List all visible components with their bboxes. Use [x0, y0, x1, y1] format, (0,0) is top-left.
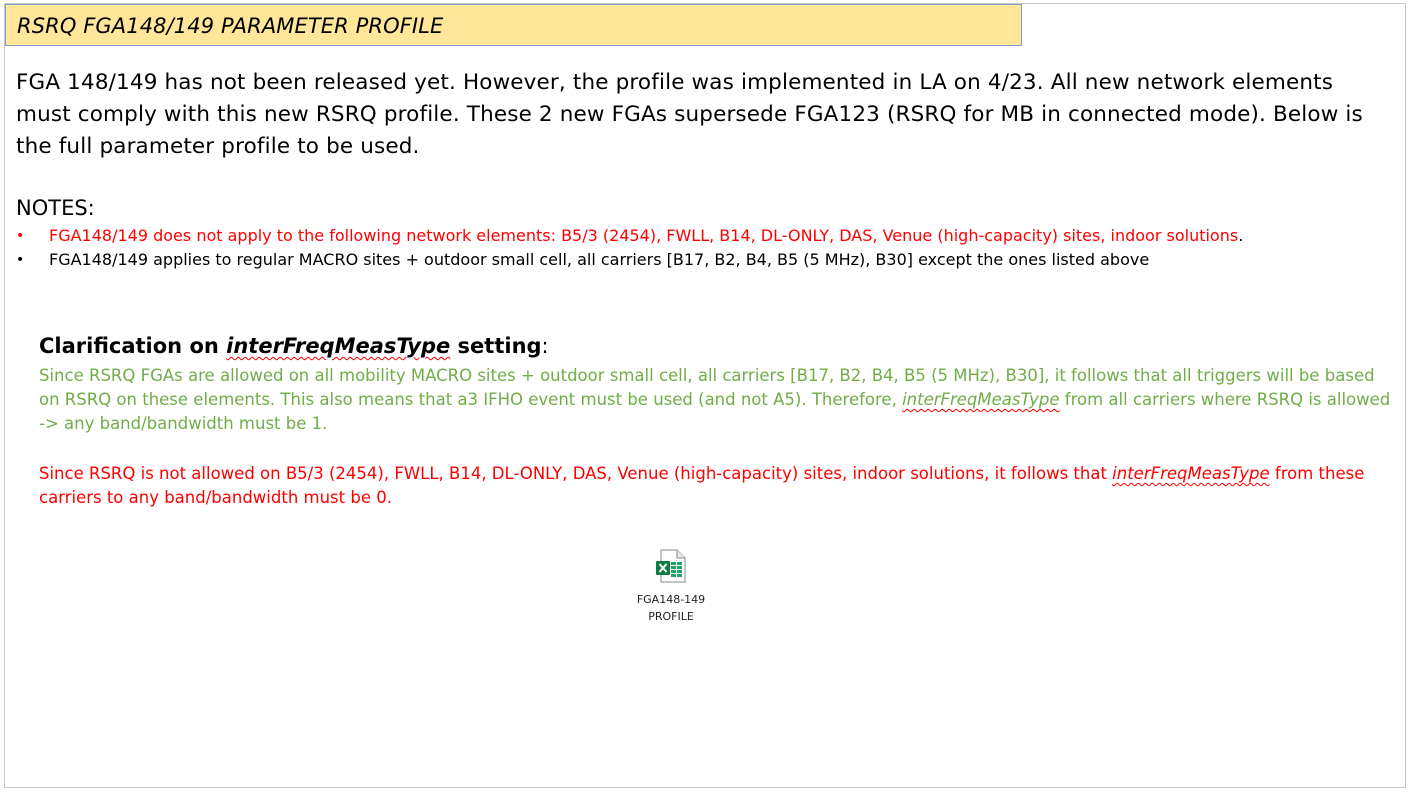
clarification-heading: Clarification on interFreqMeasType setti…: [39, 331, 549, 361]
clarification-heading-colon: :: [541, 334, 549, 358]
note-text-exclusions: FGA148/149 does not apply to the followi…: [49, 226, 1239, 245]
notes-list: • FGA148/149 does not apply to the follow…: [16, 224, 1396, 272]
title-banner: RSRQ FGA148/149 PARAMETER PROFILE: [5, 4, 1022, 46]
note-trailing-period: .: [1238, 226, 1244, 245]
rsrq-allowed-term: interFreqMeasType: [902, 390, 1060, 409]
bullet-icon: •: [16, 252, 25, 268]
intro-paragraph: FGA 148/149 has not been released yet. H…: [16, 70, 1363, 159]
note-text-applies: FGA148/149 applies to regular MACRO site…: [49, 250, 1150, 269]
notes-heading: NOTES:: [16, 196, 95, 220]
list-item: • FGA148/149 does not apply to the follow…: [16, 224, 1396, 248]
clarification-heading-prefix: Clarification on: [39, 334, 227, 358]
page-title: RSRQ FGA148/149 PARAMETER PROFILE: [17, 14, 444, 38]
rsrq-not-allowed-text-1: Since RSRQ is not allowed on B5/3 (2454)…: [39, 464, 1113, 483]
rsrq-not-allowed-paragraph: Since RSRQ is not allowed on B5/3 (2454)…: [39, 462, 1369, 510]
embedded-excel-object[interactable]: FGA148-149 PROFILE: [615, 549, 727, 625]
embedded-file-caption[interactable]: FGA148-149 PROFILE: [615, 591, 727, 625]
excel-file-icon[interactable]: [655, 549, 687, 583]
rsrq-not-allowed-term: interFreqMeasType: [1112, 464, 1270, 483]
rsrq-allowed-paragraph: Since RSRQ FGAs are allowed on all mobil…: [39, 364, 1399, 436]
slide-page: RSRQ FGA148/149 PARAMETER PROFILE FGA 14…: [4, 3, 1406, 788]
embedded-file-name-line2: PROFILE: [648, 610, 694, 623]
bullet-icon: •: [16, 228, 25, 244]
clarification-heading-suffix: setting: [450, 334, 542, 358]
embedded-file-name: FGA148-149: [636, 593, 706, 606]
clarification-heading-term: interFreqMeasType: [226, 334, 451, 358]
list-item: • FGA148/149 applies to regular MACRO sit…: [16, 248, 1396, 272]
